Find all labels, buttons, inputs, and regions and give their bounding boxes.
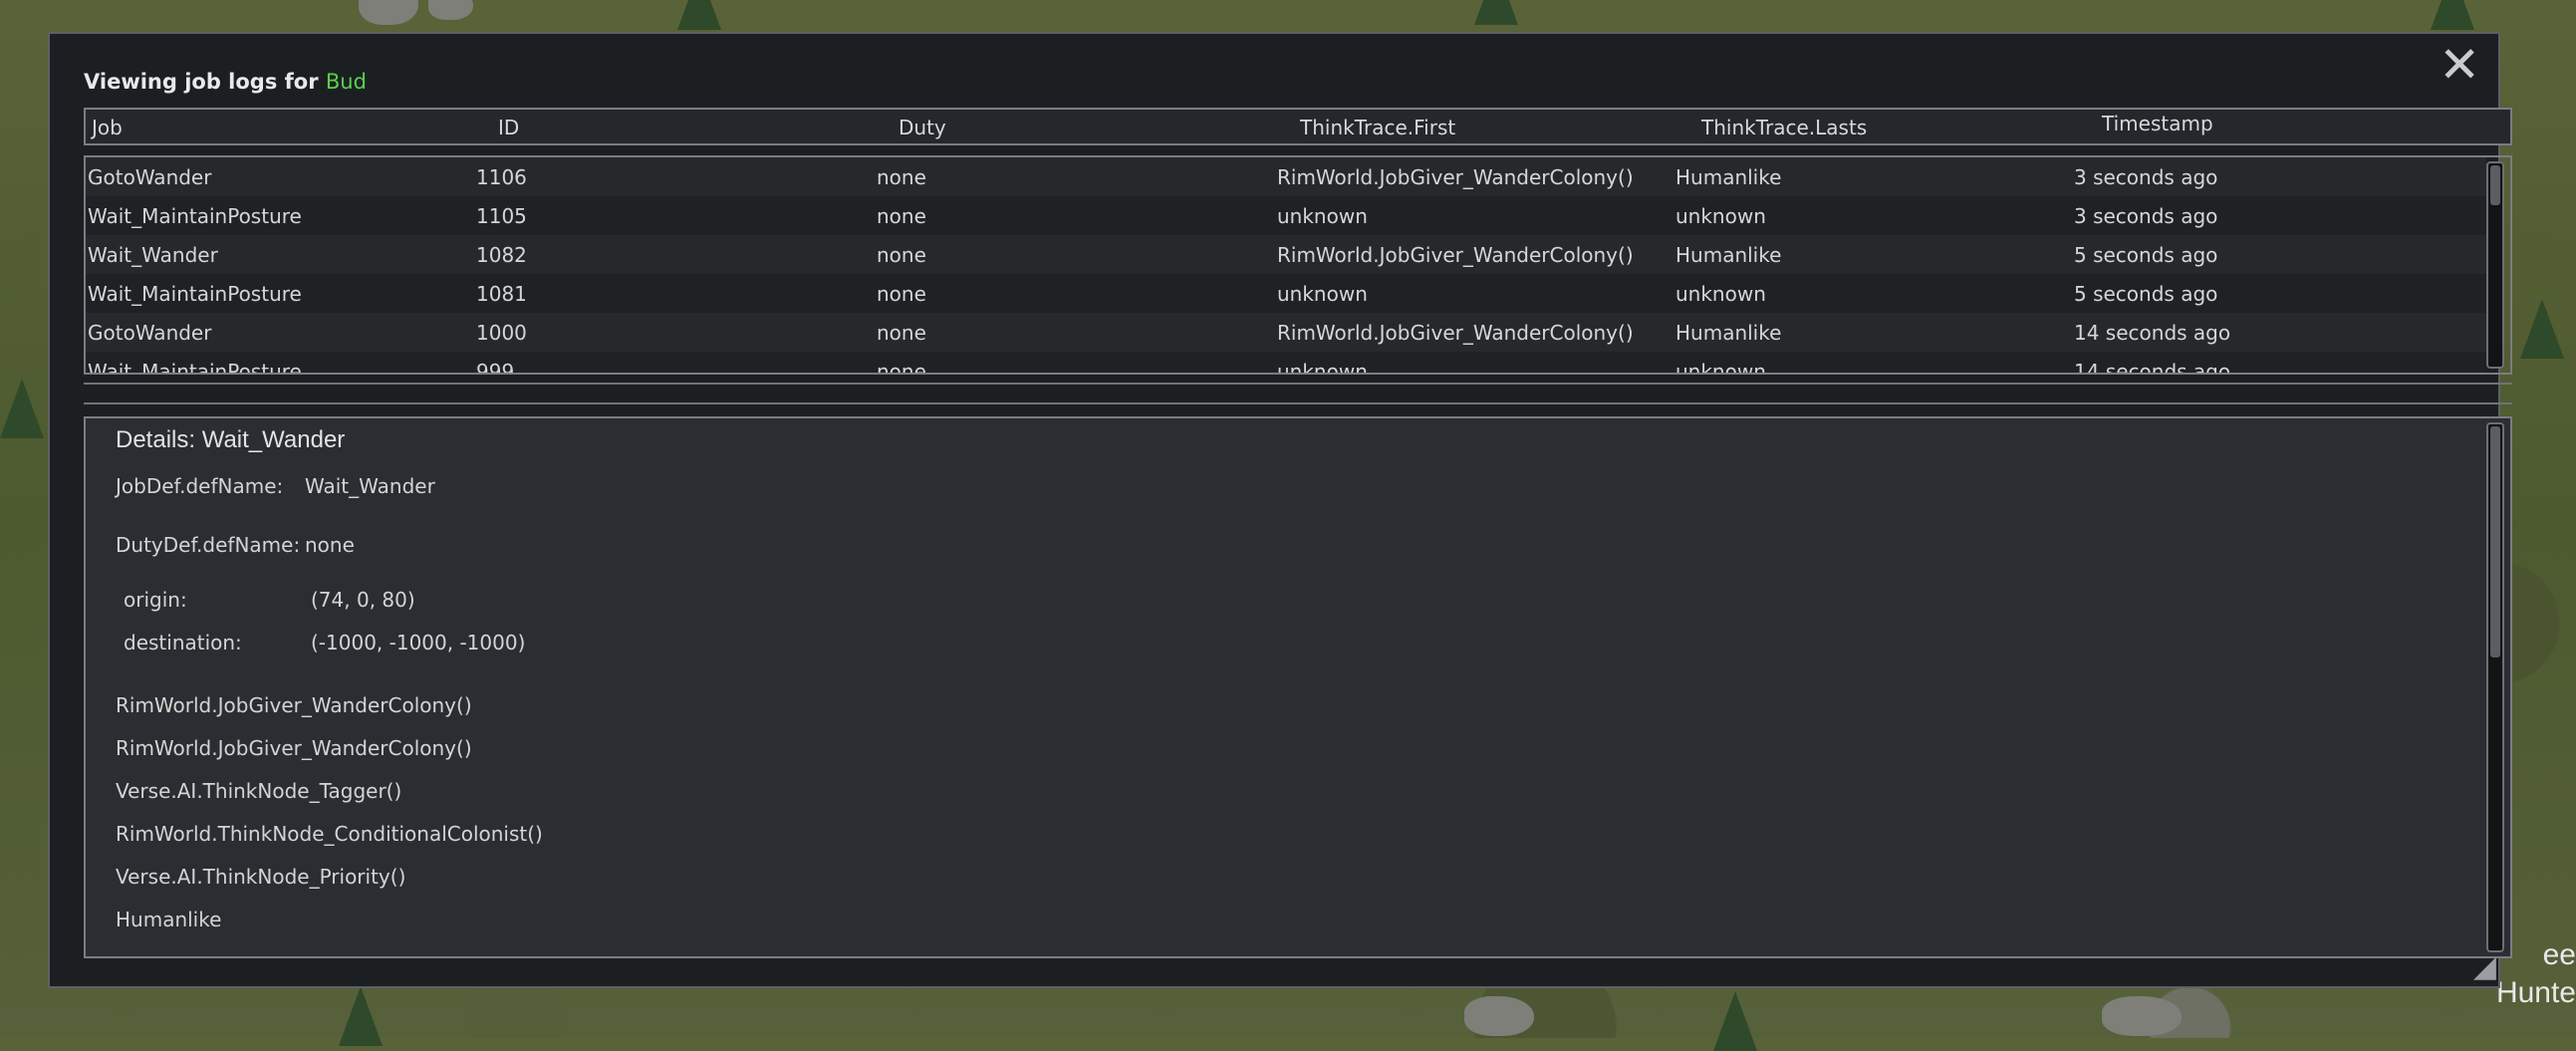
destination-value: (-1000, -1000, -1000)	[311, 631, 526, 655]
trace-line: RimWorld.JobGiver_WanderColony()	[116, 736, 472, 760]
cell-id: 1082	[476, 243, 527, 267]
details-scrollbar-thumb[interactable]	[2490, 426, 2500, 657]
destination-label: destination:	[124, 631, 242, 655]
dutydef-label: DutyDef.defName:	[116, 533, 301, 557]
cell-duty: none	[877, 282, 926, 306]
cell-id: 1106	[476, 165, 527, 189]
cell-thinktrace-lasts: Humanlike	[1675, 165, 1782, 189]
cell-timestamp: 5 seconds ago	[2074, 282, 2218, 306]
header-timestamp[interactable]: Timestamp	[2102, 112, 2213, 135]
list-scrollbar[interactable]	[2486, 161, 2504, 369]
pawn-name: Bud	[325, 70, 367, 94]
trace-line: RimWorld.JobGiver_WanderColony()	[116, 693, 472, 717]
close-icon[interactable]: ✕	[2439, 40, 2480, 90]
tree	[677, 0, 721, 30]
cell-thinktrace-first: RimWorld.JobGiver_WanderColony()	[1277, 243, 1634, 267]
table-row[interactable]: Wait_MaintainPosture 999 none unknown un…	[86, 352, 2486, 375]
table-row[interactable]: Wait_Wander 1082 none RimWorld.JobGiver_…	[86, 235, 2486, 274]
tree	[1713, 991, 1757, 1051]
cell-timestamp: 3 seconds ago	[2074, 204, 2218, 228]
rock	[428, 0, 473, 20]
tree	[339, 986, 383, 1046]
cell-duty: none	[877, 165, 926, 189]
job-log-window: ✕ Viewing job logs for Bud Job ID Duty T…	[48, 32, 2512, 988]
cell-duty: none	[877, 360, 926, 375]
cell-timestamp: 14 seconds ago	[2074, 360, 2231, 375]
cell-id: 1105	[476, 204, 527, 228]
cell-duty: none	[877, 204, 926, 228]
tree	[2431, 0, 2474, 30]
window-title: Viewing job logs for Bud	[84, 70, 367, 94]
header-thinktrace-lasts[interactable]: ThinkTrace.Lasts	[1701, 116, 1867, 139]
cell-job: Wait_MaintainPosture	[88, 360, 302, 375]
background-label: ee	[2542, 938, 2576, 971]
table-row[interactable]: Wait_MaintainPosture 1105 none unknown u…	[86, 196, 2486, 235]
cell-job: Wait_Wander	[88, 243, 218, 267]
table-row[interactable]: GotoWander 1106 none RimWorld.JobGiver_W…	[86, 157, 2486, 196]
table-row[interactable]: GotoWander 1000 none RimWorld.JobGiver_W…	[86, 313, 2486, 352]
cell-job: Wait_MaintainPosture	[88, 282, 302, 306]
cell-job: Wait_MaintainPosture	[88, 204, 302, 228]
origin-label: origin:	[124, 588, 187, 612]
title-prefix: Viewing job logs for	[84, 70, 319, 94]
dutydef-value: none	[305, 533, 355, 557]
cell-id: 1000	[476, 321, 527, 345]
cell-thinktrace-lasts: unknown	[1675, 282, 1766, 306]
cell-thinktrace-first: RimWorld.JobGiver_WanderColony()	[1277, 321, 1634, 345]
tree	[0, 379, 44, 438]
jobdef-value: Wait_Wander	[305, 474, 435, 498]
background-label: Hunte	[2495, 976, 2576, 1009]
cell-duty: none	[877, 243, 926, 267]
rock	[1464, 996, 1534, 1036]
tree	[1474, 0, 1518, 25]
trace-line: Verse.AI.ThinkNode_Tagger()	[116, 779, 402, 803]
header-thinktrace-first[interactable]: ThinkTrace.First	[1300, 116, 1455, 139]
divider	[84, 383, 2512, 385]
cell-id: 999	[476, 360, 515, 375]
header-id[interactable]: ID	[498, 116, 519, 139]
cell-thinktrace-first: unknown	[1277, 204, 1368, 228]
list-scrollbar-thumb[interactable]	[2490, 165, 2500, 205]
trace-line: Humanlike	[116, 908, 222, 931]
cell-id: 1081	[476, 282, 527, 306]
cell-job: GotoWander	[88, 321, 212, 345]
jobdef-label: JobDef.defName:	[116, 474, 284, 498]
cell-thinktrace-lasts: unknown	[1675, 360, 1766, 375]
details-title: Details: Wait_Wander	[116, 426, 346, 453]
job-log-list: GotoWander 1106 none RimWorld.JobGiver_W…	[84, 155, 2512, 375]
cell-duty: none	[877, 321, 926, 345]
header-duty[interactable]: Duty	[899, 116, 946, 139]
trace-line: Verse.AI.ThinkNode_Priority()	[116, 865, 406, 889]
trace-line: RimWorld.ThinkNode_ConditionalColonist()	[116, 822, 543, 846]
cell-thinktrace-lasts: Humanlike	[1675, 243, 1782, 267]
cell-timestamp: 3 seconds ago	[2074, 165, 2218, 189]
cell-timestamp: 5 seconds ago	[2074, 243, 2218, 267]
origin-value: (74, 0, 80)	[311, 588, 415, 612]
divider	[84, 402, 2512, 404]
cell-thinktrace-first: unknown	[1277, 282, 1368, 306]
cell-thinktrace-first: RimWorld.JobGiver_WanderColony()	[1277, 165, 1634, 189]
rock	[359, 0, 418, 25]
tree	[2520, 299, 2564, 359]
table-header: Job ID Duty ThinkTrace.First ThinkTrace.…	[84, 108, 2512, 145]
details-panel: Details: Wait_Wander JobDef.defName: Wai…	[84, 416, 2512, 958]
header-job[interactable]: Job	[92, 116, 123, 139]
cell-thinktrace-first: unknown	[1277, 360, 1368, 375]
resize-handle-icon[interactable]: ◢	[2473, 949, 2496, 984]
cell-thinktrace-lasts: Humanlike	[1675, 321, 1782, 345]
cell-thinktrace-lasts: unknown	[1675, 204, 1766, 228]
table-row[interactable]: Wait_MaintainPosture 1081 none unknown u…	[86, 274, 2486, 313]
cell-timestamp: 14 seconds ago	[2074, 321, 2231, 345]
rock	[2102, 996, 2182, 1036]
details-scrollbar[interactable]	[2486, 422, 2504, 952]
cell-job: GotoWander	[88, 165, 212, 189]
